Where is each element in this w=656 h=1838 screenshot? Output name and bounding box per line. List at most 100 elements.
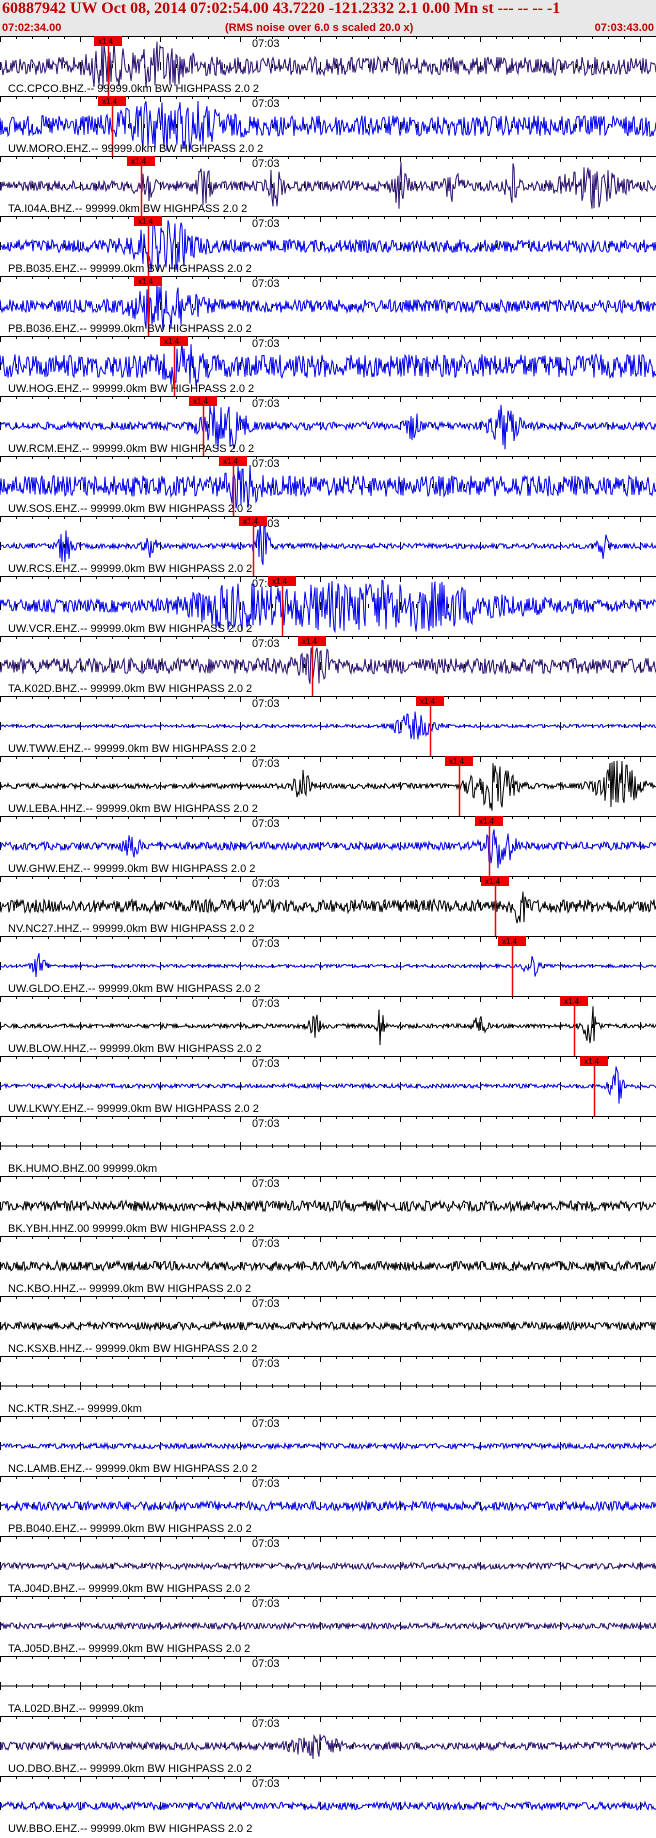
time-label: 07:03 — [252, 218, 280, 230]
trace-10: 07:03 x1.4 TA.K02D.BHZ.-- 99999.0km BW HIG… — [0, 636, 656, 696]
time-label: 07:03 — [252, 1598, 280, 1610]
pick-label: x1.4 — [420, 697, 436, 706]
time-label: 07:03 — [252, 1778, 280, 1790]
pick-label: x1.4 — [102, 97, 118, 106]
time-label: 07:03 — [252, 398, 280, 410]
trace-1: 07:03 x1.4 UW.MORO.EHZ.-- 99999.0km BW HIG… — [0, 96, 656, 156]
trace-23: 07:03 NC.LAMB.EHZ.-- 99999.0km BW HIGHPAS… — [0, 1416, 656, 1475]
waveform — [0, 1006, 656, 1046]
station-label: UW.MORO.EHZ.-- 99999.0km BW HIGHPASS 2.0… — [8, 143, 263, 155]
station-label: NV.NC27.HHZ.-- 99999.0km BW HIGHPASS 2.0… — [8, 923, 254, 935]
time-label: 07:03 — [252, 878, 280, 890]
pick-label: x1.4 — [193, 397, 209, 406]
trace-27: 07:03 TA.L02D.BHZ.-- 99999.0km — [0, 1656, 656, 1715]
station-label: UW.HOG.EHZ.-- 99999.0km BW HIGHPASS 2.0 … — [8, 383, 254, 395]
time-label: 07:03 — [252, 698, 280, 710]
trace-8: 07:03x1.4UW.RCS.EHZ.-- 99999.0km BW HIGH… — [0, 516, 656, 576]
time-label: 07:03 — [252, 1658, 280, 1670]
pick-label: x1.4 — [243, 517, 259, 526]
trace-15: 07:03 x1.4 UW.GLDO.EHZ.-- 99999.0km BW HIG… — [0, 936, 656, 996]
time-label: 07:03 — [252, 158, 280, 170]
trace-9: 07:03x1.4UW.VCR.EHZ.-- 99999.0km BW HIGH… — [0, 576, 656, 636]
trace-0: 07:03 x1.4 CC.CPCO.BHZ.-- 99999.0km BW HIG… — [0, 36, 656, 96]
time-label: 07:03 — [252, 1418, 280, 1430]
station-label: UW.BLOW.HHZ.-- 99999.0km BW HIGHPASS 2.0… — [8, 1043, 261, 1055]
end-time: 07:03:43.00 — [594, 22, 654, 34]
station-label: UW.VCR.EHZ.-- 99999.0km BW HIGHPASS 2.0 … — [8, 623, 252, 635]
pick-label: x1.4 — [502, 937, 518, 946]
pick-label: x1.4 — [98, 37, 114, 46]
station-label: UW.RCM.EHZ.-- 99999.0km BW HIGHPASS 2.0 … — [8, 443, 254, 455]
time-label: 07:03 — [252, 1478, 280, 1490]
pick-label: x1.4 — [449, 757, 465, 766]
trace-4: 07:03 x1.4 PB.B036.EHZ.-- 99999.0km BW HIG… — [0, 276, 656, 336]
station-label: UW.LEBA.HHZ.-- 99999.0km BW HIGHPASS 2.0… — [8, 803, 258, 815]
time-label: 07:03 — [252, 1718, 280, 1730]
trace-20: 07:03 NC.KBO.HHZ.-- 99999.0km BW HIGHPASS… — [0, 1236, 656, 1295]
station-label: UW.BBO.EHZ.-- 99999.0km BW HIGHPASS 2.0 … — [8, 1823, 252, 1835]
pick-label: x1.4 — [138, 217, 154, 226]
station-label: CC.CPCO.BHZ.-- 99999.0km BW HIGHPASS 2.0… — [8, 83, 259, 95]
trace-11: 07:03 x1.4 UW.TWW.EHZ.-- 99999.0km BW HIGH… — [0, 696, 656, 756]
trace-13: 07:03 x1.4 UW.GHW.EHZ.-- 99999.0km BW HIGH… — [0, 816, 656, 876]
time-label: 07:03 — [252, 1118, 280, 1130]
station-label: TA.J05D.BHZ.-- 99999.0km BW HIGHPASS 2.0… — [8, 1643, 250, 1655]
station-label: UW.GLDO.EHZ.-- 99999.0km BW HIGHPASS 2.0… — [8, 983, 260, 995]
time-label: 07:03 — [252, 278, 280, 290]
waveform — [0, 647, 656, 684]
trace-26: 07:03 TA.J05D.BHZ.-- 99999.0km BW HIGHPAS… — [0, 1596, 656, 1655]
time-label: 07:03 — [252, 38, 280, 50]
station-label: PB.B036.EHZ.-- 99999.0km BW HIGHPASS 2.0… — [8, 323, 252, 335]
station-label: BK.HUMO.BHZ.00 99999.0km — [8, 1163, 157, 1175]
station-label: PB.B035.EHZ.-- 99999.0km BW HIGHPASS 2.0… — [8, 263, 252, 275]
waveform — [0, 1259, 656, 1273]
station-label: UW.TWW.EHZ.-- 99999.0km BW HIGHPASS 2.0 … — [8, 743, 256, 755]
pick-label: x1.4 — [131, 157, 147, 166]
station-label: UW.RCS.EHZ.-- 99999.0km BW HIGHPASS 2.0 … — [8, 563, 252, 575]
trace-14: 07:03 x1.4 NV.NC27.HHZ.-- 99999.0km BW HIG… — [0, 876, 656, 936]
trace-18: 07:03 BK.HUMO.BHZ.00 99999.0km — [0, 1116, 656, 1175]
trace-7: 07:03 x1.4 UW.SOS.EHZ.-- 99999.0km BW HIGH… — [0, 456, 656, 516]
time-label: 07:03 — [252, 998, 280, 1010]
waveform — [0, 40, 656, 89]
pick-label: x1.4 — [138, 277, 154, 286]
station-label: UO.DBO.BHZ.-- 99999.0km BW HIGHPASS 2.0 … — [8, 1763, 252, 1775]
pick-label: x1.4 — [223, 457, 239, 466]
time-label: 07:03 — [252, 938, 280, 950]
event-title: 60887942 UW Oct 08, 2014 07:02:54.00 43.… — [2, 0, 561, 17]
pick-label: x1.4 — [164, 337, 180, 346]
time-label: 07:03 — [252, 1178, 280, 1190]
time-label: 07:03 — [252, 818, 280, 830]
time-label: 07:03 — [252, 758, 280, 770]
time-label: 07:03 — [252, 458, 280, 470]
waveform — [0, 1621, 656, 1631]
waveform — [0, 465, 656, 509]
station-label: BK.YBH.HHZ.00 99999.0km BW HIGHPASS 2.0 … — [8, 1223, 254, 1235]
waveform — [0, 1441, 656, 1451]
header-bar: 60887942 UW Oct 08, 2014 07:02:54.00 43.… — [0, 0, 656, 37]
station-label: TA.K02D.BHZ.-- 99999.0km BW HIGHPASS 2.0… — [8, 683, 252, 695]
trace-6: 07:03 x1.4 UW.RCM.EHZ.-- 99999.0km BW HIGH… — [0, 396, 656, 456]
seismogram-plot: 07:03 x1.4 CC.CPCO.BHZ.-- 99999.0km BW HIG… — [0, 36, 656, 1835]
trace-2: 07:03 x1.4 TA.I04A.BHZ.-- 99999.0km BW HIG… — [0, 156, 656, 216]
waveform — [0, 1198, 656, 1214]
trace-16: 07:03 x1.4 UW.BLOW.HHZ.-- 99999.0km BW HIG… — [0, 996, 656, 1056]
time-label: 07:03 — [252, 1538, 280, 1550]
trace-28: 07:03 UO.DBO.BHZ.-- 99999.0km BW HIGHPASS… — [0, 1716, 656, 1775]
trace-21: 07:03 NC.KSXB.HHZ.-- 99999.0km BW HIGHPAS… — [0, 1296, 656, 1355]
pick-label: x1.4 — [584, 1057, 600, 1066]
noise-note: (RMS noise over 6.0 s scaled 20.0 x) — [225, 22, 414, 34]
time-label: 07:03 — [252, 1298, 280, 1310]
waveform — [0, 1800, 656, 1812]
waveform — [0, 1561, 656, 1571]
pick-label: x1.4 — [272, 577, 288, 586]
trace-22: 07:03 NC.KTR.SHZ.-- 99999.0km — [0, 1356, 656, 1415]
station-label: NC.KTR.SHZ.-- 99999.0km — [8, 1403, 142, 1415]
time-label: 07:03 — [252, 1058, 280, 1070]
station-label: TA.J04D.BHZ.-- 99999.0km BW HIGHPASS 2.0… — [8, 1583, 250, 1595]
waveform — [0, 711, 656, 740]
trace-17: 07:03 x1.4 UW.LKWY.EHZ.-- 99999.0km BW HIG… — [0, 1056, 656, 1116]
station-label: UW.GHW.EHZ.-- 99999.0km BW HIGHPASS 2.0 … — [8, 863, 255, 875]
station-label: TA.L02D.BHZ.-- 99999.0km — [8, 1703, 144, 1715]
station-label: UW.SOS.EHZ.-- 99999.0km BW HIGHPASS 2.0 … — [8, 503, 252, 515]
